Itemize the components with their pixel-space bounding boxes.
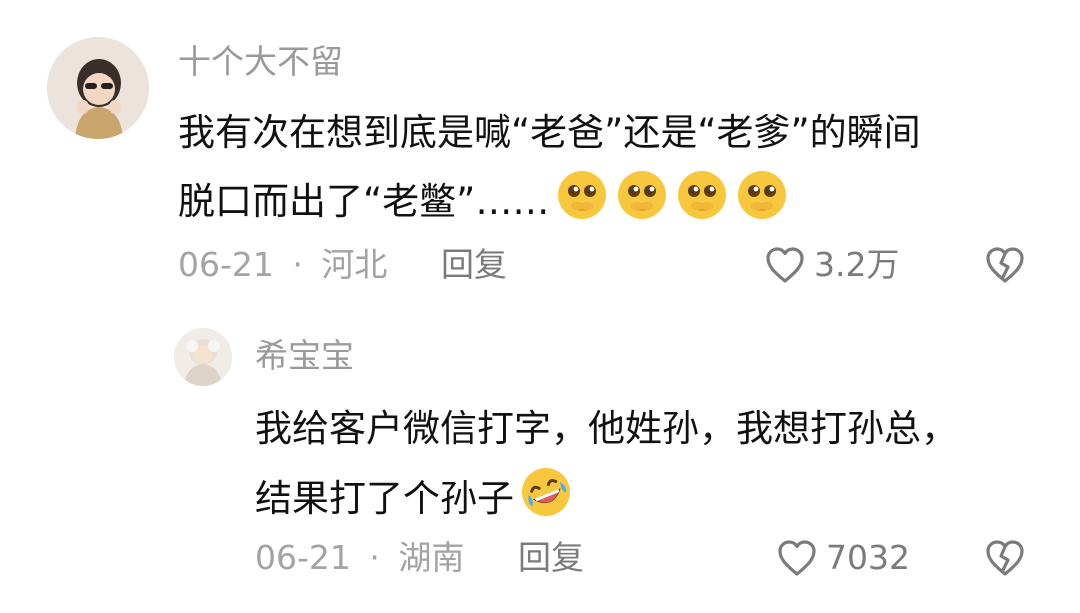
reply-button[interactable]: 回复: [441, 243, 507, 287]
comment-line-1: 我有次在想到底是喊“老爸”还是“老爹”的瞬间: [178, 108, 921, 158]
comment-date: 06-21: [255, 538, 351, 577]
meta-separator: ·: [292, 245, 303, 284]
heart-outline-icon: [764, 245, 806, 285]
broken-heart-outline-icon: [984, 245, 1026, 285]
like-count: 7032: [826, 538, 910, 577]
username[interactable]: 十个大不留: [178, 40, 343, 84]
comment-line-2: 结果打了个孙子: [255, 464, 574, 533]
comment-item: 十个大不留 我有次在想到底是喊“老爸”还是“老爹”的瞬间 脱口而出了“老鳖”……: [0, 0, 1080, 300]
broken-heart-outline-icon: [984, 538, 1026, 578]
like-count: 3.2万: [814, 245, 900, 284]
avatar[interactable]: [174, 328, 232, 386]
dislike-button[interactable]: [984, 245, 1026, 285]
pleading-face-icon: [555, 168, 795, 235]
comment-meta: 06-21 · 河北: [178, 243, 387, 287]
reply-comment-item: 希宝宝 我给客户微信打字，他姓孙，我想打孙总， 结果打了个孙子 06-21 · …: [0, 300, 1080, 613]
comment-date: 06-21: [178, 245, 274, 284]
like-button[interactable]: 3.2万: [764, 243, 899, 287]
comment-location: 河北: [321, 245, 388, 284]
comment-text: 脱口而出了“老鳖”……: [178, 179, 550, 223]
heart-outline-icon: [776, 538, 818, 578]
comment-meta: 06-21 · 湖南: [255, 536, 464, 580]
username[interactable]: 希宝宝: [255, 334, 354, 378]
comment-line-1: 我给客户微信打字，他姓孙，我想打孙总，: [255, 404, 958, 454]
avatar-image: [47, 37, 149, 139]
like-button[interactable]: 7032: [776, 536, 910, 580]
comment-line-2: 脱口而出了“老鳖”……: [178, 168, 795, 235]
avatar[interactable]: [47, 37, 149, 139]
meta-separator: ·: [369, 538, 380, 577]
comment-text: 结果打了个孙子: [255, 476, 514, 520]
rolling-laughing-icon: [518, 464, 574, 533]
reply-button[interactable]: 回复: [518, 536, 584, 580]
comment-text: 我给客户微信打字，他姓孙，我想打孙总，: [255, 407, 958, 450]
dislike-button[interactable]: [984, 538, 1026, 578]
comment-text: 我有次在想到底是喊“老爸”还是“老爹”的瞬间: [178, 111, 921, 154]
avatar-image: [174, 328, 232, 386]
comment-location: 湖南: [398, 538, 465, 577]
